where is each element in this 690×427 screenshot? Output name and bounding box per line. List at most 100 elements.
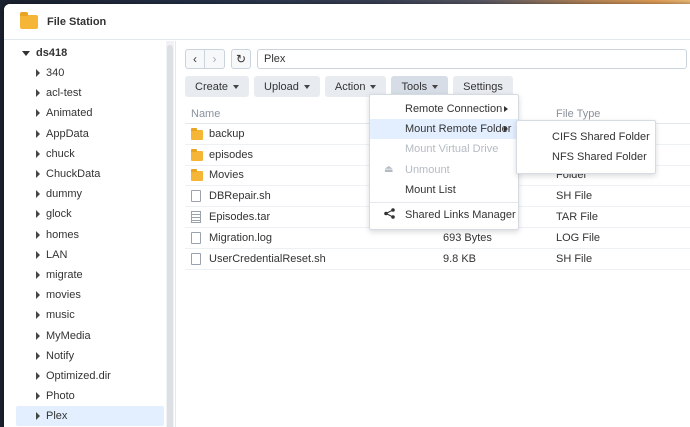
caret-down-icon[interactable]: [22, 50, 30, 56]
chevron-down-icon: [233, 84, 240, 89]
upload-label: Upload: [264, 80, 299, 93]
sidebar-item-label: AppData: [46, 127, 89, 140]
menu-item-mount-remote-folder[interactable]: Mount Remote Folder: [370, 119, 518, 140]
chevron-right-icon[interactable]: [36, 311, 40, 320]
file-name: episodes: [209, 148, 254, 161]
chevron-right-icon[interactable]: [36, 89, 40, 98]
table-row[interactable]: Migration.log 693 Bytes LOG File: [185, 228, 690, 249]
menu-divider: [370, 201, 518, 203]
chevron-right-icon[interactable]: [36, 149, 40, 158]
create-button[interactable]: Create: [185, 76, 250, 97]
sidebar-item-appdata[interactable]: AppData: [16, 124, 164, 144]
file-name: UserCredentialReset.sh: [209, 252, 326, 265]
chevron-right-icon[interactable]: [36, 190, 40, 199]
chevron-down-icon: [370, 84, 377, 89]
chevron-right-icon[interactable]: [36, 351, 40, 360]
cell-type: TAR File: [556, 211, 598, 224]
sidebar-item-dummy[interactable]: dummy: [16, 184, 164, 204]
sidebar-item-label: dummy: [46, 188, 83, 201]
sidebar-item-migrate[interactable]: migrate: [16, 265, 164, 285]
file-name: Episodes.tar: [209, 211, 271, 224]
chevron-right-icon[interactable]: [36, 210, 40, 219]
submenu-item-cifs[interactable]: CIFS Shared Folder: [517, 127, 655, 147]
chevron-right-icon[interactable]: [36, 331, 40, 340]
chevron-right-icon[interactable]: [36, 392, 40, 401]
chevron-right-icon[interactable]: [36, 371, 40, 380]
eject-icon: ⏏: [384, 164, 394, 176]
file-icon: [191, 252, 201, 265]
scroll-thumb[interactable]: [167, 45, 173, 427]
column-header-type[interactable]: File Type: [556, 108, 600, 120]
sidebar-item-notify[interactable]: Notify: [16, 346, 164, 366]
file-icon: [191, 190, 201, 203]
menu-item-mount-virtual-drive: Mount Virtual Drive: [370, 139, 518, 159]
sidebar-scrollbar[interactable]: [166, 41, 174, 427]
sidebar-item-label: music: [46, 309, 75, 322]
sidebar-item-chuck[interactable]: chuck: [16, 144, 164, 164]
share-icon: [384, 208, 395, 222]
sidebar-item-label: Photo: [46, 390, 75, 403]
sidebar-item-label: Animated: [46, 107, 93, 120]
sidebar-item-lan[interactable]: LAN: [16, 245, 164, 265]
chevron-right-icon[interactable]: [36, 109, 40, 118]
sidebar-item-glock[interactable]: glock: [16, 204, 164, 224]
cell-name: UserCredentialReset.sh: [185, 252, 443, 265]
sidebar-item-acl-test[interactable]: acl-test: [16, 83, 164, 103]
sidebar-item-chuckdata[interactable]: ChuckData: [16, 164, 164, 184]
cell-size: 9.8 KB: [443, 252, 477, 265]
table-row[interactable]: UserCredentialReset.sh 9.8 KB SH File: [185, 249, 690, 270]
sidebar-item-plex[interactable]: Plex: [16, 406, 164, 427]
sidebar-item-label: 340: [46, 67, 65, 80]
back-button[interactable]: ‹: [185, 49, 205, 69]
sidebar-item-movies[interactable]: movies: [16, 285, 164, 305]
file-name: DBRepair.sh: [209, 190, 271, 203]
sidebar-item-label: migrate: [46, 268, 83, 281]
file-name: backup: [209, 127, 245, 140]
sidebar-item-label: homes: [46, 228, 80, 241]
create-label: Create: [195, 80, 229, 93]
sidebar-item-label: ChuckData: [46, 168, 101, 181]
chevron-right-icon[interactable]: [36, 250, 40, 259]
sidebar-item-label: MyMedia: [46, 329, 91, 342]
sidebar-item-music[interactable]: music: [16, 305, 164, 325]
forward-button[interactable]: ›: [205, 49, 225, 69]
sidebar-item-photo[interactable]: Photo: [16, 386, 164, 406]
refresh-button[interactable]: ↻: [231, 49, 251, 69]
tree-root-ds418[interactable]: ds418: [4, 43, 175, 63]
action-label: Action: [334, 80, 366, 93]
upload-button[interactable]: Upload: [254, 76, 320, 97]
chevron-right-icon[interactable]: [36, 69, 40, 78]
sidebar-item-340[interactable]: 340: [16, 63, 164, 83]
menu-item-label: Mount List: [405, 183, 456, 196]
sidebar-item-animated[interactable]: Animated: [16, 103, 164, 123]
cell-type: SH File: [556, 252, 593, 265]
menu-item-label: Mount Remote Folder: [405, 123, 512, 136]
window-title: File Station: [47, 15, 107, 28]
sidebar-item-label: Plex: [46, 410, 68, 423]
file-icon: [191, 231, 201, 244]
chevron-right-icon[interactable]: [36, 291, 40, 300]
chevron-right-icon[interactable]: [36, 230, 40, 239]
menu-item-remote-connection[interactable]: Remote Connection: [370, 99, 518, 119]
submenu-arrow-icon: [504, 106, 508, 113]
menu-item-unmount: ⏏ Unmount: [370, 160, 518, 180]
tree-root-label: ds418: [36, 47, 68, 59]
path-field[interactable]: Plex: [257, 49, 687, 69]
sidebar-item-label: movies: [46, 289, 81, 302]
menu-item-mount-list[interactable]: Mount List: [370, 180, 518, 200]
submenu-item-nfs[interactable]: NFS Shared Folder: [517, 147, 655, 167]
sidebar-item-label: chuck: [46, 147, 75, 160]
sidebar-item-homes[interactable]: homes: [16, 225, 164, 245]
title-bar: File Station: [4, 4, 690, 40]
chevron-right-icon[interactable]: [36, 170, 40, 179]
sidebar-item-mymedia[interactable]: MyMedia: [16, 325, 164, 345]
folder-app-icon: [20, 11, 38, 29]
menu-item-shared-links-manager[interactable]: Shared Links Manager: [370, 205, 518, 225]
chevron-right-icon[interactable]: [36, 129, 40, 138]
chevron-right-icon[interactable]: [36, 270, 40, 279]
sidebar-item-optimized-dir[interactable]: Optimized.dir: [16, 366, 164, 386]
menu-item-label: Remote Connection: [405, 103, 503, 116]
settings-label: Settings: [463, 80, 503, 93]
mount-remote-folder-submenu: CIFS Shared Folder NFS Shared Folder: [516, 120, 656, 174]
chevron-right-icon[interactable]: [36, 412, 40, 421]
